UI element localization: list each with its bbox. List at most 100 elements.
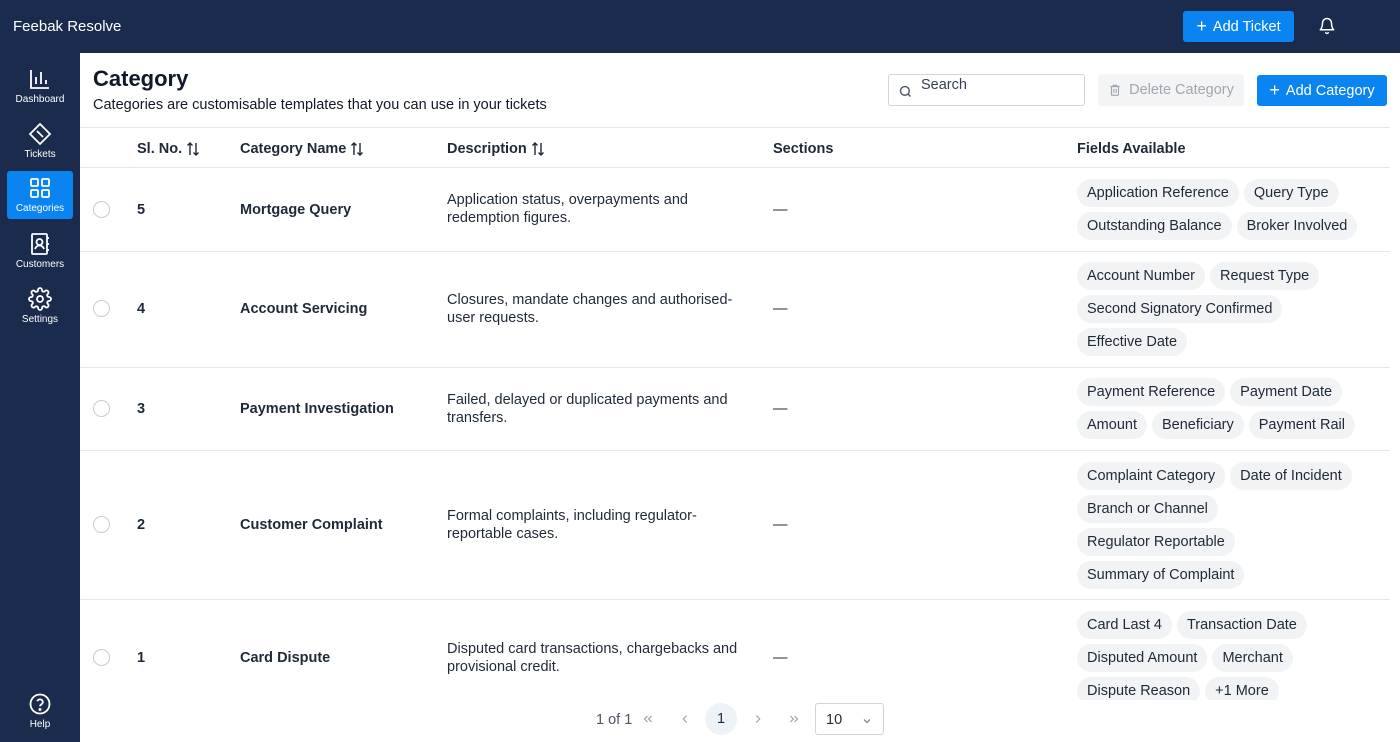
chevron-right-icon: [755, 715, 761, 723]
pagination-summary: 1 of 1: [596, 712, 633, 728]
row-description-line: Failed, delayed or duplicated payments a…: [447, 392, 728, 408]
field-chip: Outstanding Balance: [1077, 212, 1232, 240]
page-size-select[interactable]: 10: [815, 703, 884, 735]
row-select-radio[interactable]: [93, 400, 110, 417]
row-sl-no: 4: [137, 301, 146, 317]
field-chip: Payment Reference: [1077, 378, 1226, 406]
row-select-radio[interactable]: [93, 516, 110, 533]
row-description-line: Closures, mandate changes and authorised…: [447, 292, 733, 308]
sort-icon[interactable]: [350, 141, 364, 157]
sidebar-item-categories[interactable]: Categories: [7, 171, 73, 219]
column-header-description[interactable]: Description: [447, 141, 545, 157]
sort-icon[interactable]: [186, 141, 200, 157]
sidebar-item-label: Dashboard: [15, 94, 65, 105]
field-chip: Dispute Reason: [1077, 677, 1201, 700]
field-chip: Disputed Amount: [1077, 644, 1208, 672]
app-title: Feebak Resolve: [13, 18, 122, 35]
search-box[interactable]: [888, 74, 1085, 106]
row-description: Application status, overpayments and red…: [447, 191, 747, 227]
field-chip: Merchant: [1212, 644, 1293, 672]
page-title: Category: [93, 66, 189, 91]
column-header-sl-no[interactable]: Sl. No.: [137, 141, 200, 157]
page-size-value: 10: [826, 712, 843, 728]
top-bar: Feebak Resolve + Add Ticket: [0, 0, 1400, 53]
column-header-label: Sections: [773, 141, 834, 157]
previous-page-button[interactable]: [669, 703, 701, 735]
sidebar-item-tickets[interactable]: Tickets: [7, 117, 73, 165]
row-description-line: redemption figures.: [447, 210, 572, 226]
page-number-button[interactable]: 1: [705, 703, 737, 735]
row-description: Disputed card transactions, chargebacks …: [447, 640, 747, 676]
trash-icon: [1110, 84, 1120, 96]
row-fields: Payment Reference Payment Date Amount Be…: [1077, 378, 1377, 444]
row-category-name: Card Dispute: [240, 650, 331, 666]
row-sections: —: [773, 202, 788, 218]
row-fields: Application Reference Query Type Outstan…: [1077, 179, 1377, 245]
row-description-line: Disputed card transactions, chargebacks …: [447, 641, 738, 657]
row-sections: —: [773, 650, 788, 666]
table-row[interactable]: 4 Account Servicing Closures, mandate ch…: [80, 252, 1390, 368]
bell-icon[interactable]: [1318, 17, 1336, 35]
column-header-label: Fields Available: [1077, 141, 1186, 157]
row-sl-no: 5: [137, 202, 146, 218]
chevron-left-icon: [682, 715, 688, 723]
field-chip: Complaint Category: [1077, 462, 1226, 490]
plus-icon: +: [1196, 15, 1207, 36]
row-fields: Account Number Request Type Second Signa…: [1077, 262, 1377, 361]
add-ticket-button[interactable]: + Add Ticket: [1183, 11, 1294, 42]
row-category-name: Account Servicing: [240, 301, 368, 317]
delete-category-button[interactable]: Delete Category: [1098, 74, 1244, 106]
table-row[interactable]: 5 Mortgage Query Application status, ove…: [80, 168, 1390, 251]
row-select-radio[interactable]: [93, 201, 110, 218]
row-sections: —: [773, 401, 788, 417]
column-header-label: Sl. No.: [137, 141, 183, 157]
field-chip: Effective Date: [1077, 328, 1188, 356]
pagination: 1 of 1 1 10: [0, 703, 1400, 735]
column-header-category-name[interactable]: Category Name: [240, 141, 364, 157]
sidebar-item-dashboard[interactable]: Dashboard: [7, 62, 73, 110]
row-category-name: Mortgage Query: [240, 202, 352, 218]
field-chip: Query Type: [1243, 179, 1339, 207]
field-chip: Summary of Complaint: [1077, 561, 1245, 589]
field-chip: Transaction Date: [1176, 611, 1307, 639]
row-category-name: Customer Complaint: [240, 517, 383, 533]
row-sl-no: 3: [137, 401, 146, 417]
add-ticket-label: Add Ticket: [1212, 18, 1281, 35]
chevron-down-icon: [863, 719, 871, 724]
row-description-line: transfers.: [447, 410, 508, 426]
field-chip: Payment Rail: [1248, 411, 1355, 439]
bar-chart-icon: [30, 70, 49, 89]
row-description-line: Formal complaints, including regulator-: [447, 508, 697, 524]
page-subtitle: Categories are customisable templates th…: [93, 97, 547, 113]
table-row[interactable]: 3 Payment Investigation Failed, delayed …: [80, 368, 1390, 451]
search-input[interactable]: [921, 76, 1081, 94]
gear-icon: [28, 287, 52, 311]
row-select-radio[interactable]: [93, 300, 110, 317]
row-sl-no: 2: [137, 517, 146, 533]
column-header-fields-available: Fields Available: [1077, 141, 1186, 157]
row-select-radio[interactable]: [93, 649, 110, 666]
sidebar-item-customers[interactable]: Customers: [7, 227, 73, 275]
first-page-button[interactable]: [632, 703, 664, 735]
ticket-icon: [28, 122, 52, 146]
row-description-line: reportable cases.: [447, 526, 559, 542]
field-chip: Branch or Channel: [1077, 495, 1218, 523]
row-sections: —: [773, 517, 788, 533]
last-page-button[interactable]: [778, 703, 810, 735]
field-chip: Payment Date: [1230, 378, 1343, 406]
add-category-button[interactable]: + Add Category: [1257, 75, 1387, 106]
grid-icon: [30, 178, 50, 198]
sidebar: Dashboard Tickets Categories Customers S…: [0, 53, 80, 742]
field-chip: Request Type: [1210, 262, 1320, 290]
table-row[interactable]: 2 Customer Complaint Formal complaints, …: [80, 451, 1390, 600]
sort-icon[interactable]: [531, 141, 545, 157]
field-chip: Second Signatory Confirmed: [1077, 295, 1283, 323]
sidebar-item-label: Customers: [15, 259, 65, 270]
table-row[interactable]: 1 Card Dispute Disputed card transaction…: [80, 600, 1390, 700]
field-chip: Broker Involved: [1236, 212, 1358, 240]
next-page-button[interactable]: [742, 703, 774, 735]
more-fields-chip[interactable]: +1 More: [1205, 677, 1279, 700]
field-chip: Regulator Reportable: [1077, 528, 1235, 556]
chevrons-left-icon: [643, 715, 652, 723]
sidebar-item-settings[interactable]: Settings: [7, 282, 73, 330]
